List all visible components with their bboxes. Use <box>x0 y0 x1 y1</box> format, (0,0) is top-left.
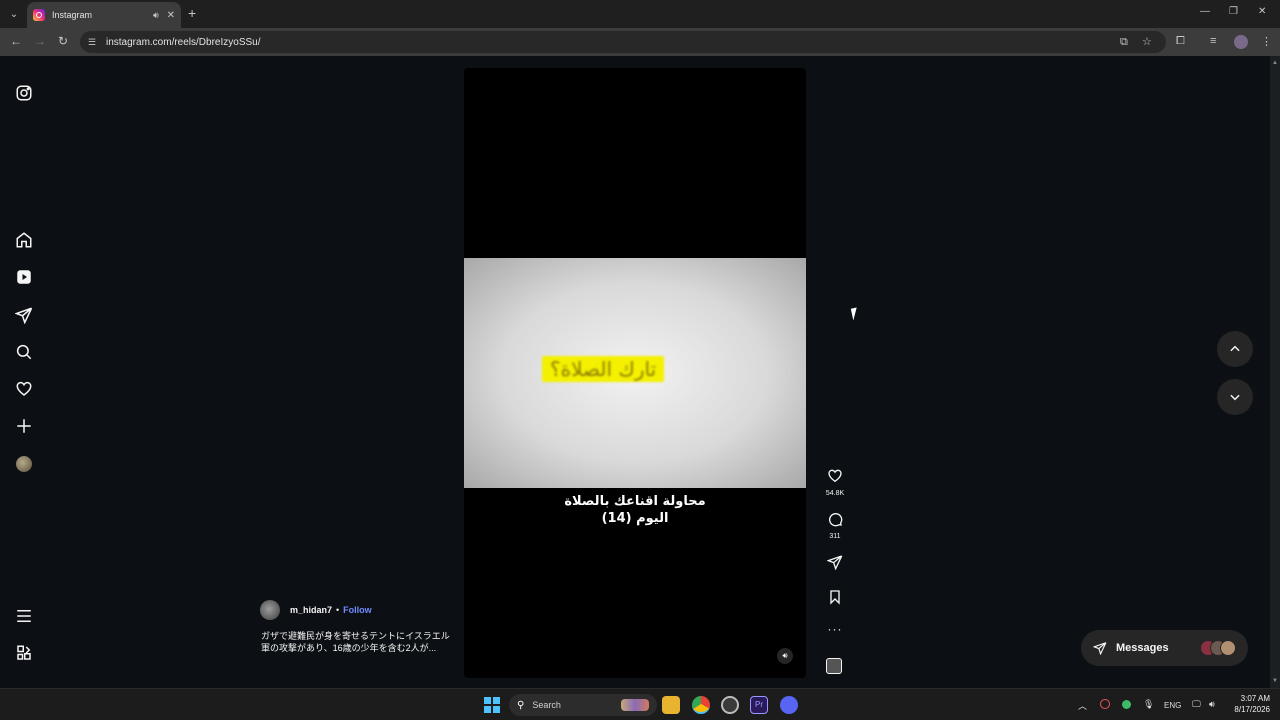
share-button[interactable] <box>820 554 850 575</box>
mouse-cursor <box>850 307 860 321</box>
video-caption-line1: محاولة اقناعك بالصلاة <box>564 494 706 509</box>
instagram-logo-icon[interactable] <box>15 84 33 102</box>
forward-icon[interactable]: → <box>34 34 46 48</box>
scroll-down-arrow-icon[interactable]: ▼ <box>1272 678 1278 684</box>
discord-icon[interactable] <box>780 696 798 714</box>
profile-avatar-icon[interactable] <box>1234 35 1248 49</box>
extensions-icon[interactable]: ⧠ <box>1176 35 1185 48</box>
scroll-up-arrow-icon[interactable]: ▲ <box>1272 60 1278 66</box>
system-clock[interactable]: 3:07 AM 8/17/2026 <box>1228 693 1270 715</box>
comment-count: 311 <box>829 533 841 540</box>
direct-messages-icon[interactable] <box>14 306 33 325</box>
tab-audio-icon[interactable]: 🔊︎ <box>153 10 159 21</box>
message-avatars <box>1200 640 1236 656</box>
tab-title: Instagram <box>52 10 93 20</box>
reel-description[interactable]: ガザで避難民が身を寄せるテントにイスラエル軍の攻撃があり、16歳の少年を含む2人… <box>261 630 451 654</box>
like-count: 54.8K <box>825 490 845 497</box>
more-menu-icon[interactable] <box>15 607 33 625</box>
reel-author: m_hidan7 • Follow <box>260 600 372 620</box>
notifications-heart-icon[interactable] <box>15 380 33 398</box>
reload-icon[interactable]: ↻ <box>58 34 68 48</box>
like-button[interactable]: 54.8K <box>820 468 850 497</box>
network-icon[interactable]: 🖵︎ <box>1192 699 1201 710</box>
instagram-favicon-icon <box>33 9 45 21</box>
premiere-pro-icon[interactable]: Pr <box>750 696 768 714</box>
author-separator: • <box>336 605 340 615</box>
video-frame: تارك الصلاة؟ <box>464 258 806 488</box>
comment-icon <box>829 513 843 527</box>
tray-status-icon[interactable] <box>1122 700 1131 709</box>
install-app-icon[interactable]: ⧉ <box>1120 31 1128 53</box>
video-overlay-text: تارك الصلاة؟ <box>542 356 665 382</box>
heart-icon <box>828 469 842 483</box>
new-tab-button[interactable]: + <box>188 5 196 21</box>
search-highlight-image <box>621 699 649 711</box>
browser-tab-instagram[interactable]: Instagram 🔊︎ ✕ <box>27 2 181 28</box>
show-hidden-icons-icon[interactable]: ︿ <box>1078 699 1087 712</box>
also-from-meta-icon[interactable] <box>15 644 33 662</box>
messages-button[interactable]: Messages <box>1081 630 1248 666</box>
taskbar-search-icon: ⚲ <box>517 699 525 711</box>
bookmark-icon <box>830 590 840 605</box>
clock-time: 3:07 AM <box>1240 694 1270 703</box>
minimize-window-icon[interactable]: — <box>1200 6 1210 17</box>
next-reel-button[interactable] <box>1217 379 1253 415</box>
close-window-icon[interactable]: ✕ <box>1258 6 1266 17</box>
messages-label: Messages <box>1116 642 1169 654</box>
audio-toggle-icon[interactable]: 🔊︎ <box>777 648 793 664</box>
browser-toolbar: ← → ↻ ☰ instagram.com/reels/DbreIzyoSSu/… <box>0 28 1280 56</box>
reel-video-player[interactable]: تارك الصلاة؟ محاولة اقناعك بالصلاة اليوم… <box>464 68 806 678</box>
video-caption-line2: اليوم (14) <box>601 511 669 526</box>
share-icon <box>826 555 843 571</box>
audio-track-thumbnail[interactable] <box>826 658 842 674</box>
taskbar-search[interactable]: ⚲ Search <box>509 694 657 716</box>
windows-taskbar: ⚲ Search Pr ︿ 🎙︎ ENG 🖵︎ 🔊︎ 3:07 AM 8/17/… <box>0 688 1280 720</box>
previous-reel-button[interactable] <box>1217 331 1253 367</box>
comment-button[interactable]: 311 <box>820 511 850 540</box>
author-avatar[interactable] <box>260 600 280 620</box>
browser-tab-bar: ⌄ Instagram 🔊︎ ✕ + — ❐ ✕ <box>0 0 1280 28</box>
chevron-down-icon <box>1230 394 1240 401</box>
chevron-up-icon <box>1230 345 1240 352</box>
home-icon[interactable] <box>15 231 33 249</box>
conversation-avatar <box>1220 640 1236 656</box>
tab-close-icon[interactable]: ✕ <box>167 10 175 21</box>
clock-date: 8/17/2026 <box>1234 705 1270 714</box>
volume-icon[interactable]: 🔊︎ <box>1209 699 1215 710</box>
file-explorer-icon[interactable] <box>662 696 680 714</box>
follow-button[interactable]: Follow <box>343 605 372 615</box>
tab-search-dropdown-icon[interactable]: ⌄ <box>5 5 23 23</box>
search-icon[interactable] <box>15 343 33 361</box>
chrome-taskbar-icon[interactable] <box>692 696 710 714</box>
microphone-icon[interactable]: 🎙︎ <box>1143 699 1154 710</box>
more-options-icon[interactable]: ··· <box>820 622 850 636</box>
bookmark-star-icon[interactable]: ☆ <box>1142 31 1152 53</box>
media-controls-icon[interactable]: ≡ <box>1210 35 1216 47</box>
chrome-menu-icon[interactable]: ⋮ <box>1261 35 1272 48</box>
author-username[interactable]: m_hidan7 <box>290 605 332 615</box>
messages-send-icon <box>1093 642 1107 655</box>
url-text[interactable]: instagram.com/reels/DbreIzyoSSu/ <box>106 37 261 48</box>
page-scrollbar[interactable]: ▲ ▼ <box>1270 56 1280 688</box>
tray-app-icon[interactable] <box>1100 699 1110 709</box>
create-plus-icon[interactable] <box>15 417 33 435</box>
windows-start-icon[interactable] <box>484 697 500 713</box>
app-taskbar-icon[interactable] <box>721 696 739 714</box>
taskbar-search-label: Search <box>532 700 561 710</box>
site-info-icon[interactable]: ☰ <box>88 37 100 48</box>
reels-icon[interactable] <box>15 268 33 286</box>
video-caption: محاولة اقناعك بالصلاة اليوم (14) <box>464 493 806 527</box>
back-icon[interactable]: ← <box>10 34 22 48</box>
save-button[interactable] <box>820 589 850 610</box>
address-bar[interactable]: ☰ instagram.com/reels/DbreIzyoSSu/ ⧉ ☆ <box>80 31 1166 53</box>
language-indicator[interactable]: ENG <box>1164 701 1181 710</box>
instagram-reels-page: تارك الصلاة؟ محاولة اقناعك بالصلاة اليوم… <box>0 56 1270 688</box>
maximize-window-icon[interactable]: ❐ <box>1229 6 1238 17</box>
profile-avatar[interactable] <box>16 456 32 472</box>
